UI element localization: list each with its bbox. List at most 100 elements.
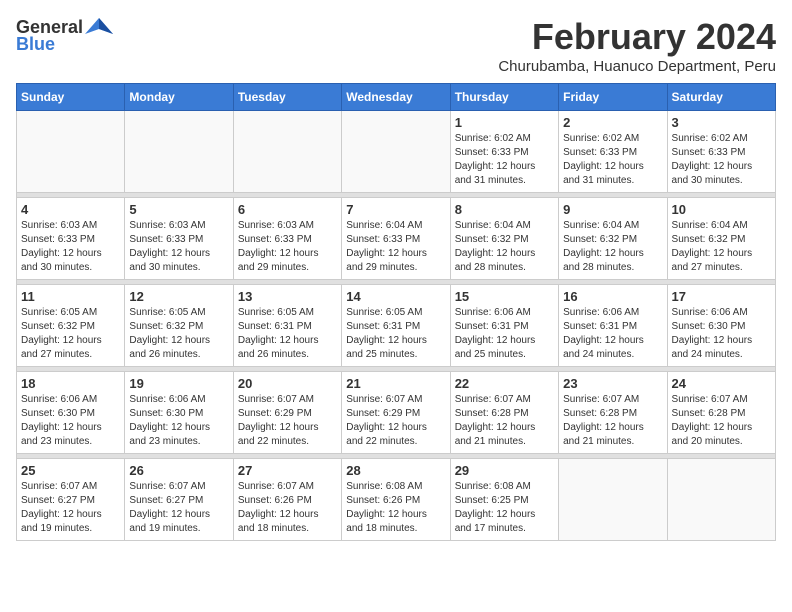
title-area: February 2024 Churubamba, Huanuco Depart…: [498, 16, 776, 75]
table-row: 20 Sunrise: 6:07 AM Sunset: 6:29 PM Dayli…: [233, 372, 341, 454]
table-row: 24Sunrise: 6:07 AM Sunset: 6:28 PM Dayli…: [667, 372, 775, 454]
day-number: 6: [238, 202, 337, 217]
table-row: 8Sunrise: 6:04 AM Sunset: 6:32 PM Daylig…: [450, 198, 558, 280]
day-number: 3: [672, 115, 771, 130]
table-row: 3 Sunrise: 6:02 AM Sunset: 6:33 PM Daylig…: [667, 111, 775, 193]
table-row: 25 Sunrise: 6:07 AM Sunset: 6:27 PM Dayli…: [17, 459, 125, 541]
day-info: Sunrise: 6:06 AM Sunset: 6:30 PM Dayligh…: [672, 306, 771, 362]
day-number: 25: [21, 463, 120, 478]
header-thursday: Thursday: [450, 84, 558, 111]
table-row: 12 Sunrise: 6:05 AM Sunset: 6:32 PM Dayli…: [125, 285, 233, 367]
day-number: 7: [346, 202, 445, 217]
table-row: 4 Sunrise: 6:03 AM Sunset: 6:33 PM Daylig…: [17, 198, 125, 280]
day-info: Sunrise: 6:05 AM Sunset: 6:32 PM Dayligh…: [129, 306, 228, 362]
table-row: [233, 111, 341, 193]
day-number: 12: [129, 289, 228, 304]
calendar-subtitle: Churubamba, Huanuco Department, Peru: [498, 58, 776, 75]
calendar-header-row: Sunday Monday Tuesday Wednesday Thursday…: [17, 84, 776, 111]
day-info: Sunrise: 6:05 AM Sunset: 6:31 PM Dayligh…: [346, 306, 445, 362]
day-info: Sunrise: 6:03 AM Sunset: 6:33 PM Dayligh…: [129, 219, 228, 275]
day-number: 22: [455, 376, 554, 391]
header-tuesday: Tuesday: [233, 84, 341, 111]
header-friday: Friday: [559, 84, 667, 111]
table-row: [342, 111, 450, 193]
table-row: [17, 111, 125, 193]
day-info: Sunrise: 6:06 AM Sunset: 6:31 PM Dayligh…: [563, 306, 662, 362]
day-number: 29: [455, 463, 554, 478]
table-row: 14 Sunrise: 6:05 AM Sunset: 6:31 PM Dayli…: [342, 285, 450, 367]
calendar-week-row: 25 Sunrise: 6:07 AM Sunset: 6:27 PM Dayli…: [17, 459, 776, 541]
table-row: [125, 111, 233, 193]
day-number: 21: [346, 376, 445, 391]
day-number: 10: [672, 202, 771, 217]
day-number: 5: [129, 202, 228, 217]
table-row: 10 Sunrise: 6:04 AM Sunset: 6:32 PM Dayli…: [667, 198, 775, 280]
day-info: Sunrise: 6:06 AM Sunset: 6:30 PM Dayligh…: [129, 393, 228, 449]
calendar-table: Sunday Monday Tuesday Wednesday Thursday…: [16, 83, 776, 541]
table-row: 13 Sunrise: 6:05 AM Sunset: 6:31 PM Dayli…: [233, 285, 341, 367]
logo-blue-text: Blue: [16, 34, 55, 55]
day-number: 9: [563, 202, 662, 217]
day-info: Sunrise: 6:05 AM Sunset: 6:32 PM Dayligh…: [21, 306, 120, 362]
day-number: 11: [21, 289, 120, 304]
day-info: Sunrise: 6:04 AM Sunset: 6:33 PM Dayligh…: [346, 219, 445, 275]
table-row: 9 Sunrise: 6:04 AM Sunset: 6:32 PM Daylig…: [559, 198, 667, 280]
table-row: 11 Sunrise: 6:05 AM Sunset: 6:32 PM Dayli…: [17, 285, 125, 367]
day-info: Sunrise: 6:07 AM Sunset: 6:29 PM Dayligh…: [346, 393, 445, 449]
day-number: 4: [21, 202, 120, 217]
day-info: Sunrise: 6:02 AM Sunset: 6:33 PM Dayligh…: [563, 132, 662, 188]
table-row: 23Sunrise: 6:07 AM Sunset: 6:28 PM Dayli…: [559, 372, 667, 454]
calendar-title: February 2024: [498, 16, 776, 58]
logo: General Blue: [16, 16, 113, 55]
table-row: 1 Sunrise: 6:02 AM Sunset: 6:33 PM Daylig…: [450, 111, 558, 193]
table-row: 21 Sunrise: 6:07 AM Sunset: 6:29 PM Dayli…: [342, 372, 450, 454]
day-number: 8: [455, 202, 554, 217]
day-info: Sunrise: 6:07 AM Sunset: 6:27 PM Dayligh…: [21, 480, 120, 536]
table-row: 6Sunrise: 6:03 AM Sunset: 6:33 PM Daylig…: [233, 198, 341, 280]
day-number: 27: [238, 463, 337, 478]
header-monday: Monday: [125, 84, 233, 111]
table-row: [667, 459, 775, 541]
day-info: Sunrise: 6:04 AM Sunset: 6:32 PM Dayligh…: [672, 219, 771, 275]
day-number: 20: [238, 376, 337, 391]
table-row: 27 Sunrise: 6:07 AM Sunset: 6:26 PM Dayli…: [233, 459, 341, 541]
header-saturday: Saturday: [667, 84, 775, 111]
table-row: 2 Sunrise: 6:02 AM Sunset: 6:33 PM Daylig…: [559, 111, 667, 193]
table-row: 19 Sunrise: 6:06 AM Sunset: 6:30 PM Dayli…: [125, 372, 233, 454]
day-number: 19: [129, 376, 228, 391]
table-row: 15Sunrise: 6:06 AM Sunset: 6:31 PM Dayli…: [450, 285, 558, 367]
day-info: Sunrise: 6:06 AM Sunset: 6:31 PM Dayligh…: [455, 306, 554, 362]
day-info: Sunrise: 6:08 AM Sunset: 6:26 PM Dayligh…: [346, 480, 445, 536]
day-number: 1: [455, 115, 554, 130]
day-info: Sunrise: 6:02 AM Sunset: 6:33 PM Dayligh…: [455, 132, 554, 188]
day-number: 16: [563, 289, 662, 304]
header-wednesday: Wednesday: [342, 84, 450, 111]
header-sunday: Sunday: [17, 84, 125, 111]
table-row: 26Sunrise: 6:07 AM Sunset: 6:27 PM Dayli…: [125, 459, 233, 541]
calendar-week-row: 18 Sunrise: 6:06 AM Sunset: 6:30 PM Dayli…: [17, 372, 776, 454]
day-number: 18: [21, 376, 120, 391]
calendar-week-row: 4 Sunrise: 6:03 AM Sunset: 6:33 PM Daylig…: [17, 198, 776, 280]
table-row: 17 Sunrise: 6:06 AM Sunset: 6:30 PM Dayli…: [667, 285, 775, 367]
calendar-week-row: 1 Sunrise: 6:02 AM Sunset: 6:33 PM Daylig…: [17, 111, 776, 193]
table-row: 29 Sunrise: 6:08 AM Sunset: 6:25 PM Dayli…: [450, 459, 558, 541]
day-info: Sunrise: 6:07 AM Sunset: 6:29 PM Dayligh…: [238, 393, 337, 449]
day-info: Sunrise: 6:04 AM Sunset: 6:32 PM Dayligh…: [563, 219, 662, 275]
header: General Blue February 2024 Churubamba, H…: [16, 16, 776, 75]
day-info: Sunrise: 6:08 AM Sunset: 6:25 PM Dayligh…: [455, 480, 554, 536]
day-number: 28: [346, 463, 445, 478]
calendar-week-row: 11 Sunrise: 6:05 AM Sunset: 6:32 PM Dayli…: [17, 285, 776, 367]
day-number: 26: [129, 463, 228, 478]
day-info: Sunrise: 6:07 AM Sunset: 6:26 PM Dayligh…: [238, 480, 337, 536]
day-number: 23: [563, 376, 662, 391]
day-info: Sunrise: 6:02 AM Sunset: 6:33 PM Dayligh…: [672, 132, 771, 188]
day-number: 13: [238, 289, 337, 304]
day-number: 17: [672, 289, 771, 304]
day-info: Sunrise: 6:03 AM Sunset: 6:33 PM Dayligh…: [21, 219, 120, 275]
day-info: Sunrise: 6:05 AM Sunset: 6:31 PM Dayligh…: [238, 306, 337, 362]
day-info: Sunrise: 6:07 AM Sunset: 6:28 PM Dayligh…: [455, 393, 554, 449]
day-number: 14: [346, 289, 445, 304]
day-number: 2: [563, 115, 662, 130]
table-row: 16 Sunrise: 6:06 AM Sunset: 6:31 PM Dayli…: [559, 285, 667, 367]
day-number: 24: [672, 376, 771, 391]
